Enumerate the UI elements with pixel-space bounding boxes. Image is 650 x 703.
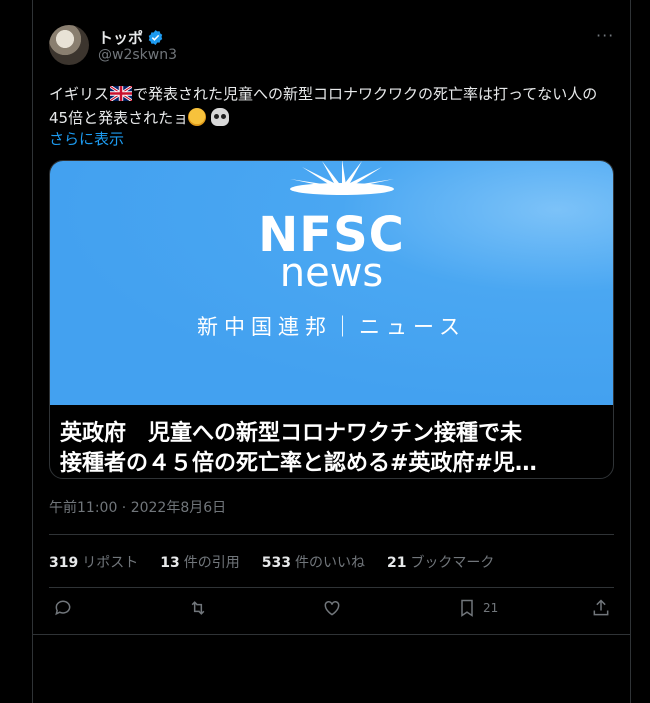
card-title[interactable]: 英政府 児童への新型コロナワクチン接種で未 接種者の４５倍の死亡率と認める#英政… bbox=[60, 419, 605, 478]
card-title-line1: 英政府 児童への新型コロナワクチン接種で未 bbox=[60, 421, 523, 446]
share-button[interactable] bbox=[591, 598, 611, 618]
bookmark-button[interactable]: 21 bbox=[457, 598, 498, 618]
divider bbox=[49, 587, 614, 588]
card-title-line2: 接種者の４５倍の死亡率と認める#英政府#児… bbox=[60, 451, 537, 476]
author-display-name[interactable]: トッポ bbox=[98, 27, 143, 48]
stat-likes[interactable]: 533 件のいいね bbox=[262, 552, 365, 572]
card-image[interactable]: NFSC news 新中国連邦｜ニュース bbox=[50, 161, 613, 405]
verified-badge-icon bbox=[148, 30, 163, 45]
post-text-part3: ョ bbox=[173, 109, 189, 127]
show-more-link[interactable]: さらに表示 bbox=[49, 128, 124, 149]
stat-bookmarks[interactable]: 21 ブックマーク bbox=[387, 552, 494, 572]
skull-emoji-icon bbox=[210, 108, 229, 126]
card-logo-news: news bbox=[279, 250, 384, 296]
like-icon bbox=[324, 600, 340, 616]
stat-quotes[interactable]: 13 件の引用 bbox=[160, 552, 239, 572]
author-name-row[interactable]: トッポ bbox=[98, 27, 164, 48]
post-text-part1: イギリス bbox=[49, 85, 110, 103]
repost-button[interactable] bbox=[188, 598, 208, 618]
reply-icon bbox=[55, 600, 71, 616]
bookmark-count: 21 bbox=[483, 601, 499, 615]
share-icon bbox=[593, 599, 609, 616]
stat-reposts[interactable]: 319 リポスト bbox=[49, 552, 138, 572]
like-button[interactable] bbox=[322, 598, 342, 618]
post-text: イギリス で発表された児童への新型コロナワクワクの死亡率は打ってない人の45倍と… bbox=[49, 82, 609, 130]
divider bbox=[49, 534, 614, 535]
bookmark-icon bbox=[461, 599, 473, 617]
reply-button[interactable] bbox=[53, 598, 73, 618]
author-handle[interactable]: @w2skwn3 bbox=[98, 47, 177, 63]
action-bar: 21 bbox=[49, 598, 614, 624]
sunburst-icon bbox=[290, 161, 394, 195]
repost-icon bbox=[191, 601, 205, 615]
more-icon[interactable]: ··· bbox=[596, 26, 614, 45]
link-card[interactable]: NFSC news 新中国連邦｜ニュース 英政府 児童への新型コロナワクチン接種… bbox=[49, 160, 614, 479]
avatar[interactable] bbox=[49, 25, 89, 65]
post-timestamp[interactable]: 午前11:00 · 2022年8月6日 bbox=[49, 497, 226, 517]
engagement-stats: 319 リポスト 13 件の引用 533 件のいいね 21 ブックマーク bbox=[49, 552, 494, 572]
uk-flag-icon bbox=[110, 86, 133, 101]
divider bbox=[33, 634, 630, 635]
card-logo-subtitle: 新中国連邦｜ニュース bbox=[197, 315, 466, 339]
face-emoji-icon bbox=[188, 108, 207, 126]
